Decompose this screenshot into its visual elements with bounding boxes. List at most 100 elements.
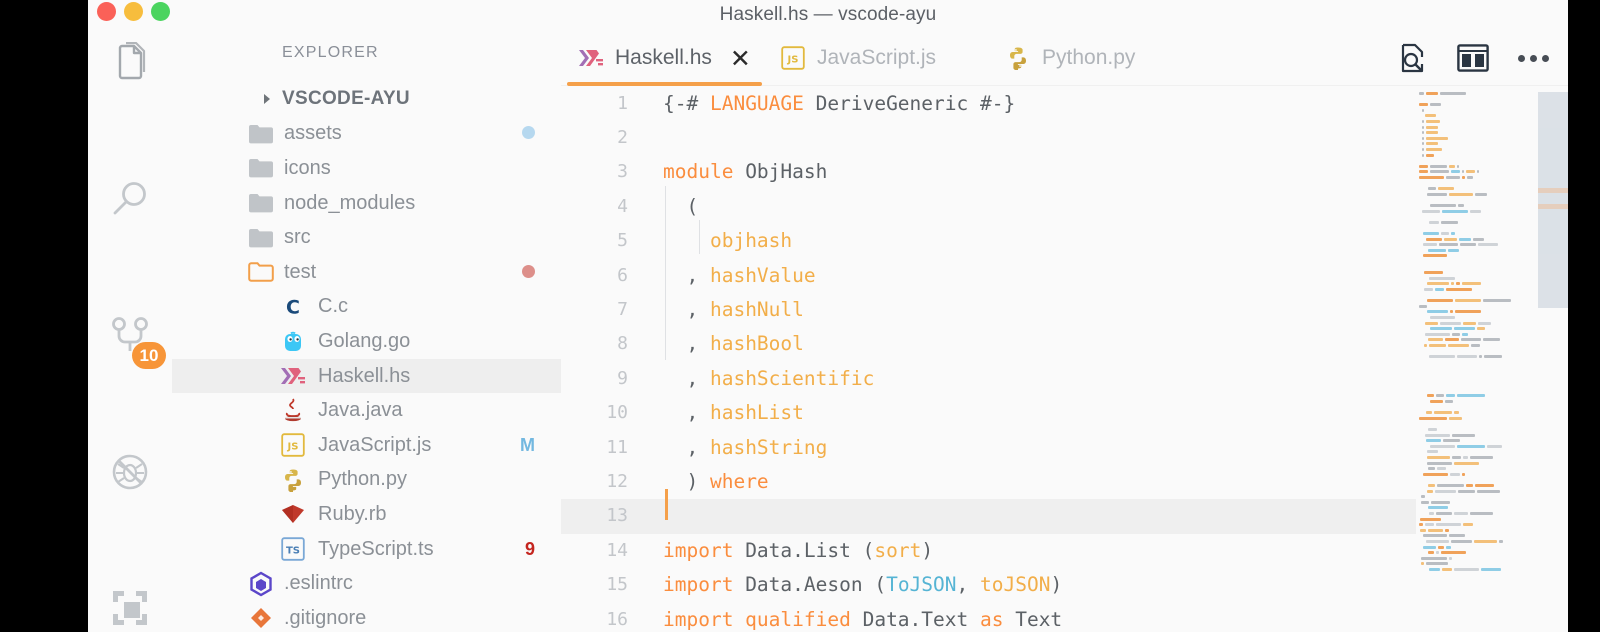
scrollbar-thumb[interactable] xyxy=(1538,92,1568,308)
tab-bar: Haskell.hs ✕ JS JavaScript.js Python.py xyxy=(561,30,1568,86)
code-text: import Data.Aeson (ToJSON, toJSON) xyxy=(663,573,1063,597)
preview-icon[interactable] xyxy=(1396,41,1430,75)
tree-item-ruby-rb[interactable]: Ruby.rb xyxy=(172,497,561,532)
line-number: 9 xyxy=(617,367,628,389)
minimap-line xyxy=(1428,506,1448,510)
code-line[interactable]: 14 import Data.List (sort) xyxy=(561,534,1416,568)
title-bar: Haskell.hs — vscode-ayu xyxy=(88,0,1568,30)
minimap-line xyxy=(1423,472,1465,476)
split-editor-icon[interactable] xyxy=(1456,41,1490,75)
tree-item-c-c[interactable]: C C.c xyxy=(172,290,561,325)
code-line[interactable]: 13 xyxy=(561,499,1416,534)
code-text: import qualified Data.Text as Text xyxy=(663,607,1063,631)
tree-item-haskell-hs[interactable]: Haskell.hs xyxy=(172,358,561,394)
extensions-icon xyxy=(109,587,151,629)
code-line[interactable]: 3 module ObjHash xyxy=(561,155,1416,189)
line-number: 6 xyxy=(617,264,628,286)
code-line[interactable]: 9 , hashScientific xyxy=(561,362,1416,396)
tree-item-icons[interactable]: icons xyxy=(172,151,561,186)
minimap-line xyxy=(1428,187,1454,191)
tree-item-src[interactable]: src xyxy=(172,220,561,255)
minimap-line xyxy=(1428,338,1500,342)
minimap-line xyxy=(1423,232,1455,235)
folder-icon xyxy=(248,121,274,147)
tree-item-golang-go[interactable]: Golang.go xyxy=(172,324,561,359)
minimap-line xyxy=(1427,310,1481,314)
tab-javascript[interactable]: JS JavaScript.js xyxy=(766,30,950,86)
minimap-line xyxy=(1428,484,1494,487)
activity-item-explorer[interactable] xyxy=(88,30,172,98)
folder-icon xyxy=(248,225,274,251)
tab-label: Haskell.hs xyxy=(615,46,712,69)
minimap-line xyxy=(1427,461,1479,465)
code-line[interactable]: 15 import Data.Aeson (ToJSON, toJSON) xyxy=(561,568,1416,602)
minimap-line xyxy=(1425,332,1468,336)
code-line[interactable]: 1 {-# LANGUAGE DeriveGeneric #-} xyxy=(561,87,1416,121)
minimap-line xyxy=(1430,204,1464,207)
line-number: 2 xyxy=(617,126,628,148)
minimap-line xyxy=(1428,428,1437,431)
code-line[interactable]: 2 xyxy=(561,121,1416,155)
tree-item-eslintrc[interactable]: .eslintrc xyxy=(172,566,561,601)
tree-item-java-java[interactable]: Java.java xyxy=(172,393,561,428)
activity-item-extensions[interactable] xyxy=(88,574,172,632)
activity-item-debug[interactable] xyxy=(88,438,172,506)
minimap-line xyxy=(1430,400,1453,403)
tree-root-folder[interactable]: VSCODE-AYU xyxy=(172,82,561,117)
js-file-icon: JS xyxy=(780,45,806,71)
code-line[interactable]: 7 , hashNull xyxy=(561,293,1416,327)
tree-item-gitignore[interactable]: .gitignore xyxy=(172,601,561,632)
minimap-line xyxy=(1419,164,1459,168)
code-text: , hashString xyxy=(663,435,828,459)
tree-item-python-py[interactable]: Python.py xyxy=(172,463,561,498)
minimap-line xyxy=(1422,153,1434,157)
tab-haskell[interactable]: Haskell.hs ✕ xyxy=(564,30,765,86)
code-line[interactable]: 5 objhash xyxy=(561,224,1416,258)
minimap-line xyxy=(1422,108,1424,112)
code-text: , hashScientific xyxy=(663,366,875,390)
close-icon[interactable]: ✕ xyxy=(730,46,751,71)
minimap-line xyxy=(1422,120,1440,123)
activity-item-source-control[interactable]: 10 xyxy=(88,302,172,370)
tree-item-label: assets xyxy=(284,122,342,145)
code-line[interactable]: 16 import qualified Data.Text as Text xyxy=(561,603,1416,632)
minimap-line xyxy=(1421,562,1448,566)
line-number: 8 xyxy=(617,333,628,355)
tree-item-assets[interactable]: assets xyxy=(172,117,561,152)
minimap[interactable] xyxy=(1416,86,1538,632)
minimap-line xyxy=(1419,523,1473,527)
code-line[interactable]: 6 , hashValue xyxy=(561,259,1416,293)
tree-item-typescript-ts[interactable]: TS TypeScript.ts 9 xyxy=(172,532,561,567)
code-line[interactable]: 11 , hashString xyxy=(561,431,1416,465)
tree-item-node-modules[interactable]: node_modules xyxy=(172,186,561,221)
minimap-line xyxy=(1423,545,1451,549)
tree-item-label: Ruby.rb xyxy=(318,502,387,525)
minimap-line xyxy=(1420,517,1441,521)
files-icon xyxy=(110,42,150,86)
svg-text:TS: TS xyxy=(286,546,300,557)
vscode-window: Haskell.hs — vscode-ayu 10 EXPLORER VSCO… xyxy=(88,0,1568,632)
tree-item-test[interactable]: test xyxy=(172,255,561,290)
code-line[interactable]: 4 ( xyxy=(561,190,1416,224)
editor-scrollbar[interactable] xyxy=(1538,86,1568,632)
line-number: 4 xyxy=(617,195,628,217)
activity-item-search[interactable] xyxy=(88,166,172,234)
minimap-line xyxy=(1427,450,1438,454)
code-text: module ObjHash xyxy=(663,160,828,184)
minimap-line xyxy=(1423,243,1498,247)
minimap-line xyxy=(1419,103,1441,107)
code-text: , hashBool xyxy=(663,332,804,356)
more-actions-icon[interactable] xyxy=(1516,41,1550,75)
code-line[interactable]: 8 , hashBool xyxy=(561,327,1416,361)
minimap-line xyxy=(1422,125,1438,129)
code-text: , hashValue xyxy=(663,263,816,287)
deleted-dot-indicator xyxy=(522,262,535,283)
tree-item-label: JavaScript.js xyxy=(318,433,432,456)
code-line[interactable]: 12 ) where xyxy=(561,465,1416,499)
minimap-line xyxy=(1422,142,1438,146)
minimap-line xyxy=(1423,254,1447,258)
code-line[interactable]: 10 , hashList xyxy=(561,396,1416,430)
tree-item-javascript-js[interactable]: JS JavaScript.js M xyxy=(172,428,561,463)
tab-python[interactable]: Python.py xyxy=(991,30,1149,86)
folder-icon xyxy=(248,155,274,181)
